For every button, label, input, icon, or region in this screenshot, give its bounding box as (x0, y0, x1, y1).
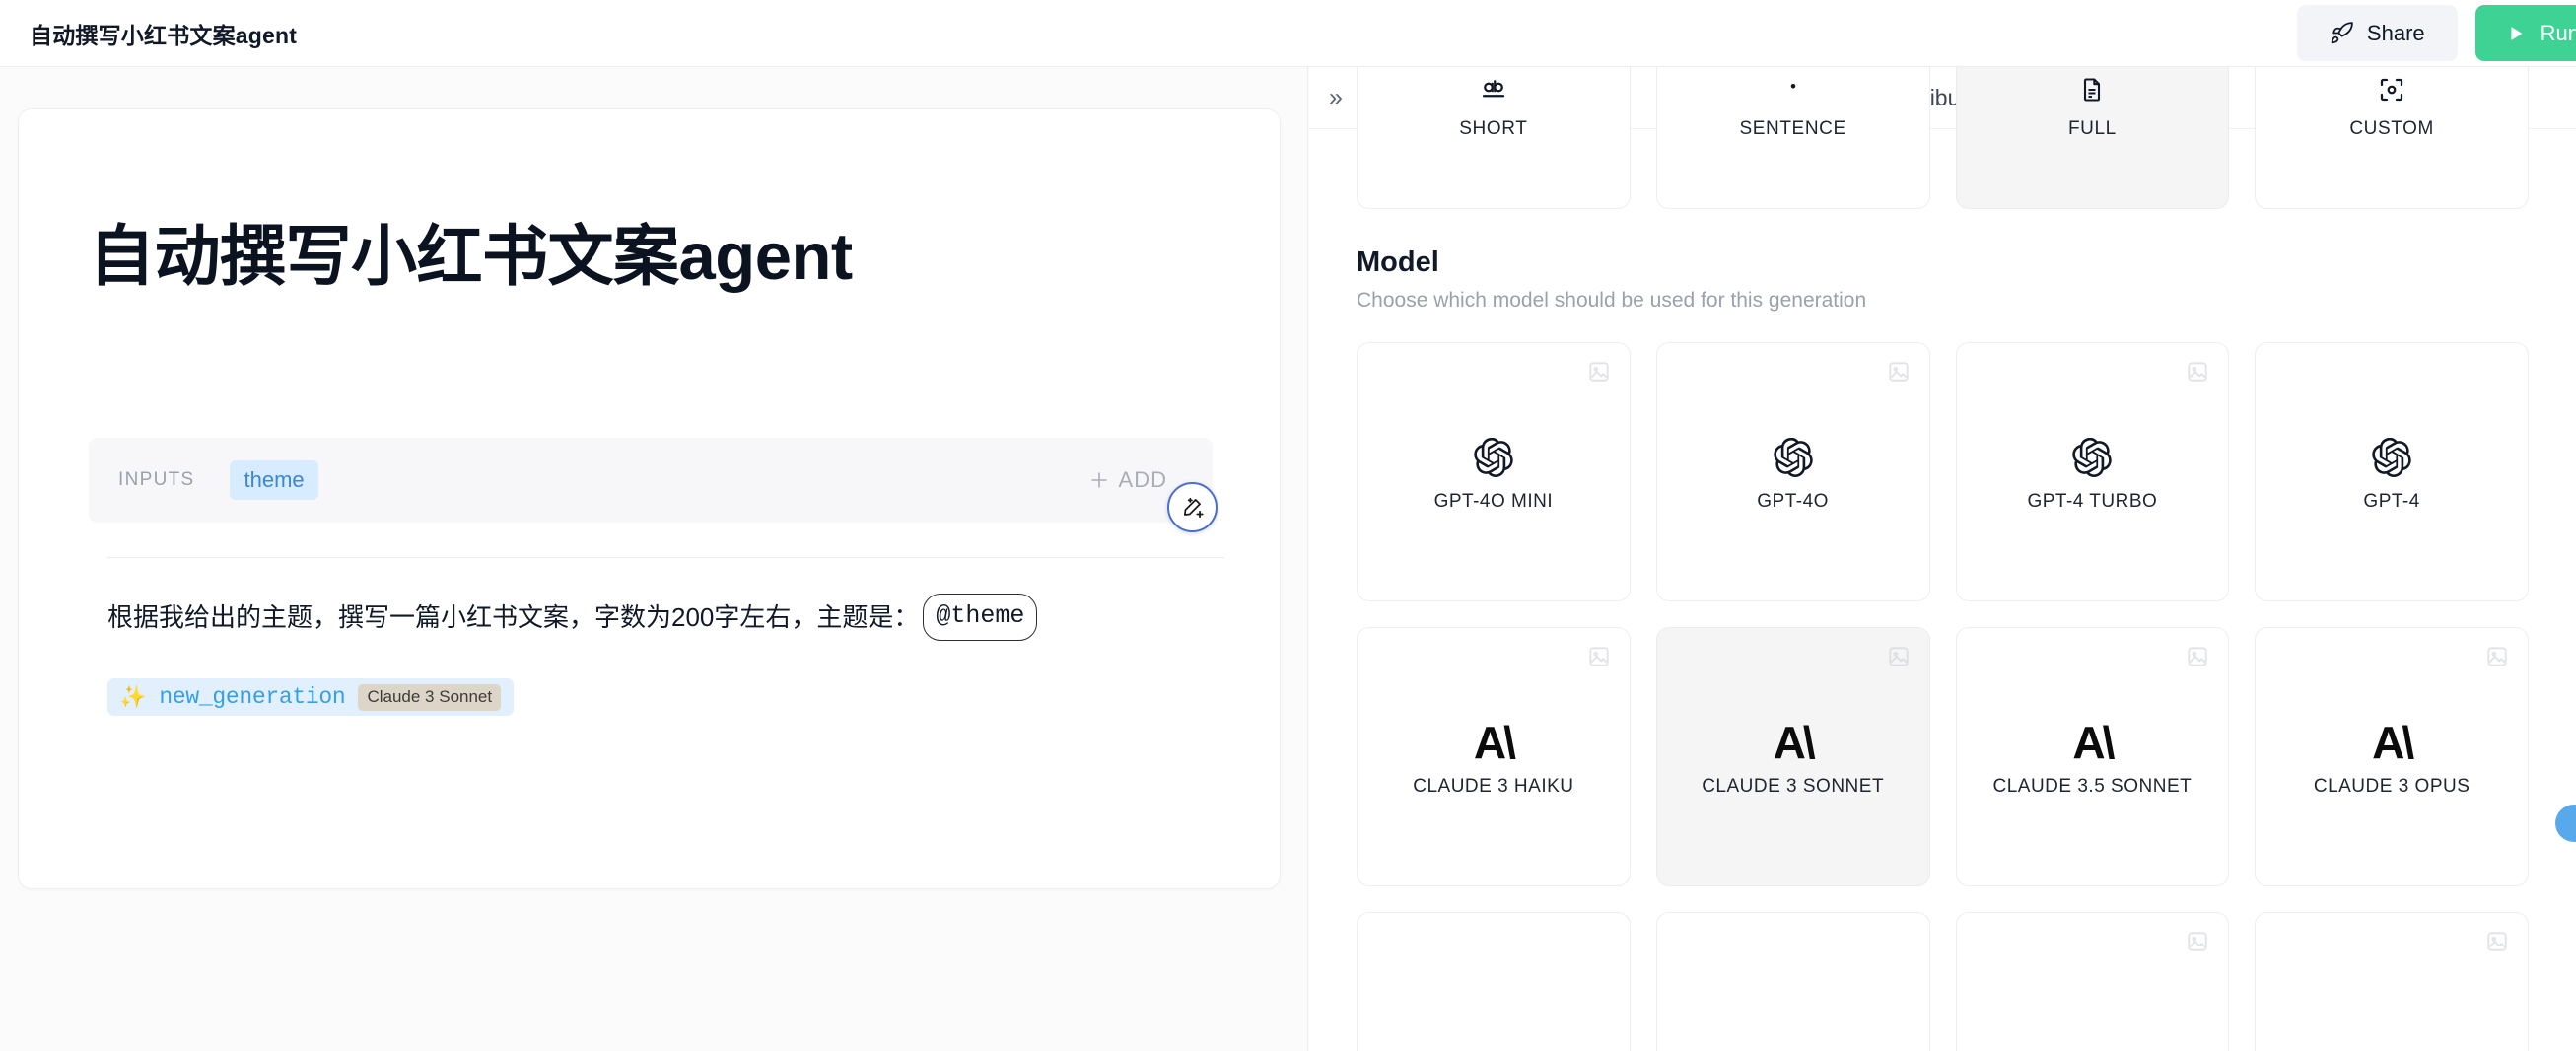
image-icon (2185, 359, 2210, 385)
model-card-gpt-4-turbo[interactable]: GPT-4 TURBO (1955, 342, 2230, 601)
generation-name: new_generation (159, 684, 346, 710)
attributes-body: SHORT SENTENCE FULL CUSTOM Model Choose … (1309, 67, 2576, 1051)
inputs-label: INPUTS (118, 469, 195, 490)
attributes-pane: » Attributes SHORT SENTENCE FULL CUSTOM … (1309, 67, 2576, 1051)
run-button-label: Run (2540, 20, 2576, 45)
generation-model-badge: Claude 3 Sonnet (358, 683, 502, 711)
run-button[interactable]: Run (2474, 5, 2576, 61)
document-title: 自动撰写小红书文案agent (89, 220, 853, 294)
top-bar-actions: Share Run (2296, 5, 2576, 61)
image-icon (1886, 644, 1912, 669)
workspace: 自动撰写小红书文案agent INPUTS theme ADD 根据我给出的主题… (0, 67, 2576, 1051)
anthropic-logo-icon: A\ (1773, 716, 1816, 768)
input-chip-theme[interactable]: theme (230, 460, 318, 500)
model-grid: GPT-4O MINI GPT-4O GPT-4 TURBO GPT-4 A\ … (1357, 342, 2529, 1051)
model-card-label: GPT-4 TURBO (2027, 490, 2158, 512)
image-icon (1886, 359, 1912, 385)
image-icon (1586, 359, 1612, 385)
length-option-custom[interactable]: CUSTOM (2255, 67, 2529, 209)
editor-pane: 自动撰写小红书文案agent INPUTS theme ADD 根据我给出的主题… (0, 67, 1308, 1051)
model-card-row3-1[interactable] (1357, 912, 1631, 1051)
model-section-title: Model (1357, 246, 1439, 278)
model-card-label: CLAUDE 3 HAIKU (1413, 775, 1574, 797)
length-options-grid: SHORT SENTENCE FULL CUSTOM (1357, 67, 2529, 209)
model-card-label: CLAUDE 3 SONNET (1702, 775, 1885, 797)
anthropic-logo-icon: A\ (2072, 716, 2115, 768)
anthropic-logo-icon: A\ (1473, 716, 1516, 768)
length-option-custom-label: CUSTOM (2349, 118, 2434, 139)
image-icon (2185, 644, 2210, 669)
sparkle-icon: ✨ (119, 684, 147, 709)
plus-icon (1087, 468, 1111, 492)
anthropic-logo-icon: A\ (2372, 716, 2414, 768)
model-card-gpt-4[interactable]: GPT-4 (2255, 342, 2529, 601)
chevron-double-right-icon[interactable]: » (1329, 85, 1343, 110)
length-option-sentence-label: SENTENCE (1739, 118, 1846, 139)
share-button[interactable]: Share (2296, 5, 2458, 61)
top-bar: 自动撰写小红书文案agent Share Run (0, 0, 2576, 67)
prompt-prefix: 根据我给出的主题，撰写一篇小红书文案，字数为200字左右，主题是： (107, 602, 920, 632)
scan-target-icon (2377, 71, 2406, 108)
model-section-subtitle: Choose which model should be used for th… (1357, 289, 1867, 312)
length-option-full[interactable]: FULL (1955, 67, 2230, 209)
model-card-claude-3-haiku[interactable]: A\ CLAUDE 3 HAIKU (1357, 627, 1631, 886)
length-option-sentence[interactable]: SENTENCE (1655, 67, 1930, 209)
openai-logo-icon (2372, 432, 2411, 483)
model-card-claude-3-opus[interactable]: A\ CLAUDE 3 OPUS (2255, 627, 2529, 886)
model-card-label: GPT-4 (2363, 490, 2420, 512)
openai-logo-icon (2072, 432, 2113, 483)
section-divider (107, 557, 1224, 558)
document-card: 自动撰写小红书文案agent INPUTS theme ADD 根据我给出的主题… (18, 108, 1281, 889)
image-icon (2185, 929, 2210, 954)
model-card-row3-3[interactable] (1955, 912, 2230, 1051)
openai-logo-icon (1773, 432, 1813, 483)
ab-underline-icon (1479, 71, 1508, 108)
image-icon (2484, 644, 2510, 669)
model-card-claude-3-sonnet[interactable]: A\ CLAUDE 3 SONNET (1655, 627, 1930, 886)
model-card-gpt-4o-mini[interactable]: GPT-4O MINI (1357, 342, 1631, 601)
rocket-icon (2330, 21, 2354, 45)
play-icon (2505, 23, 2527, 44)
length-option-short-label: SHORT (1459, 118, 1528, 139)
model-card-label: CLAUDE 3.5 SONNET (1992, 775, 2193, 797)
length-option-full-label: FULL (2067, 118, 2117, 139)
model-card-label: CLAUDE 3 OPUS (2313, 775, 2471, 797)
model-card-gpt-4o[interactable]: GPT-4O (1655, 342, 1930, 601)
image-icon (1586, 644, 1612, 669)
model-card-row3-4[interactable] (2255, 912, 2529, 1051)
model-card-label: GPT-4O MINI (1433, 490, 1554, 512)
share-button-label: Share (2366, 20, 2425, 45)
variable-token-theme[interactable]: @theme (923, 594, 1038, 641)
model-card-row3-2[interactable] (1655, 912, 1930, 1051)
page-title: 自动撰写小红书文案agent (30, 22, 298, 48)
model-card-label: GPT-4O (1757, 490, 1829, 512)
image-icon (2484, 929, 2510, 954)
add-input-label: ADD (1118, 467, 1167, 492)
inputs-bar: INPUTS theme ADD (89, 438, 1213, 523)
openai-logo-icon (1474, 432, 1513, 483)
dot-icon (1778, 71, 1808, 108)
generation-chip[interactable]: ✨ new_generation Claude 3 Sonnet (107, 678, 515, 716)
model-section-header: Model Choose which model should be used … (1357, 246, 2529, 313)
prompt-text: 根据我给出的主题，撰写一篇小红书文案，字数为200字左右，主题是： @theme (107, 594, 1038, 641)
model-card-claude-35-sonnet[interactable]: A\ CLAUDE 3.5 SONNET (1955, 627, 2230, 886)
document-lines-icon (2078, 71, 2106, 108)
pencil-plus-icon[interactable] (1167, 482, 1218, 532)
length-option-short[interactable]: SHORT (1357, 67, 1631, 209)
